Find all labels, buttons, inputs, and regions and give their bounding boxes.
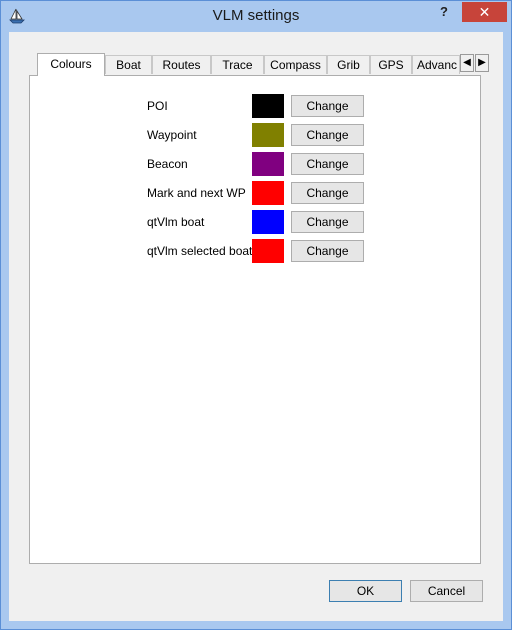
cancel-button[interactable]: Cancel	[410, 580, 483, 602]
colour-row-boat: qtVlm boat Change	[30, 210, 480, 234]
colour-label: Beacon	[147, 157, 188, 171]
tab-scroll-right-icon[interactable]: ▶	[475, 54, 489, 72]
tab-colours[interactable]: Colours	[37, 53, 105, 76]
tab-gps[interactable]: GPS	[370, 55, 412, 74]
tab-bar: Colours Boat Routes Trace Compass Grib G…	[37, 53, 492, 76]
change-beacon-button[interactable]: Change	[291, 153, 364, 175]
colour-row-poi: POI Change	[30, 94, 480, 118]
colour-row-mark: Mark and next WP Change	[30, 181, 480, 205]
ok-button[interactable]: OK	[329, 580, 402, 602]
tab-advanced[interactable]: Advanc	[412, 55, 460, 74]
colour-row-beacon: Beacon Change	[30, 152, 480, 176]
colour-swatch	[252, 181, 284, 205]
colour-label: Waypoint	[147, 128, 197, 142]
tab-routes[interactable]: Routes	[152, 55, 211, 74]
change-boat-button[interactable]: Change	[291, 211, 364, 233]
colour-swatch	[252, 210, 284, 234]
colours-panel: POI Change Waypoint Change Beacon Change…	[29, 75, 481, 564]
colour-swatch	[252, 123, 284, 147]
colour-row-waypoint: Waypoint Change	[30, 123, 480, 147]
change-poi-button[interactable]: Change	[291, 95, 364, 117]
tab-grib[interactable]: Grib	[327, 55, 370, 74]
change-selected-boat-button[interactable]: Change	[291, 240, 364, 262]
tab-compass[interactable]: Compass	[264, 55, 327, 74]
tab-trace[interactable]: Trace	[211, 55, 264, 74]
settings-window: VLM settings ? ✕ Colours Boat Routes Tra…	[0, 0, 512, 630]
help-button[interactable]: ?	[431, 3, 457, 23]
change-waypoint-button[interactable]: Change	[291, 124, 364, 146]
change-mark-button[interactable]: Change	[291, 182, 364, 204]
colour-swatch	[252, 152, 284, 176]
colour-swatch	[252, 94, 284, 118]
dialog-body: Colours Boat Routes Trace Compass Grib G…	[9, 32, 503, 621]
colour-label: Mark and next WP	[147, 186, 246, 200]
tab-boat[interactable]: Boat	[105, 55, 152, 74]
colour-label: qtVlm boat	[147, 215, 205, 229]
tab-scroll-left-icon[interactable]: ◀	[460, 54, 474, 72]
title-bar[interactable]: VLM settings ? ✕	[1, 1, 511, 31]
colour-label: qtVlm selected boat.	[147, 244, 256, 258]
colour-label: POI	[147, 99, 168, 113]
colour-row-selected-boat: qtVlm selected boat. Change	[30, 239, 480, 263]
close-button[interactable]: ✕	[462, 2, 507, 22]
colour-swatch	[252, 239, 284, 263]
